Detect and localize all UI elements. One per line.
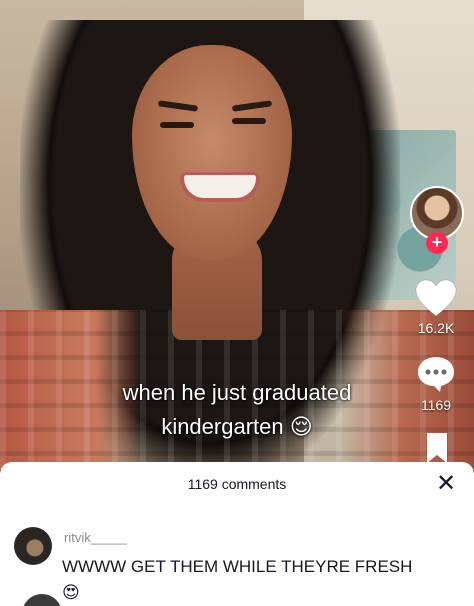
heart-icon	[415, 279, 457, 317]
subject-right-eye	[232, 118, 266, 124]
bookmark-icon	[427, 433, 447, 463]
comment-username[interactable]: ritvik_____	[64, 530, 127, 545]
follow-button[interactable]: +	[426, 232, 448, 254]
like-button[interactable]	[414, 278, 458, 318]
close-icon: ✕	[435, 470, 457, 497]
subject-smile	[180, 172, 260, 202]
video-caption-line-2: kindergarten 😌	[161, 414, 313, 439]
close-comments-button[interactable]: ✕	[434, 472, 458, 496]
comment-button[interactable]	[416, 355, 456, 393]
subject-left-eye	[160, 122, 194, 128]
comments-header: 1169 comments	[187, 476, 287, 492]
comments-count: 1169	[420, 397, 452, 413]
save-button[interactable]	[424, 433, 450, 463]
comment-avatar[interactable]	[14, 527, 52, 565]
comment-text: WWWW GET THEM WHILE THEYRE FRESH 😍	[62, 557, 413, 602]
likes-count: 16.2K	[417, 320, 455, 336]
comment-bubble-icon	[418, 357, 454, 392]
